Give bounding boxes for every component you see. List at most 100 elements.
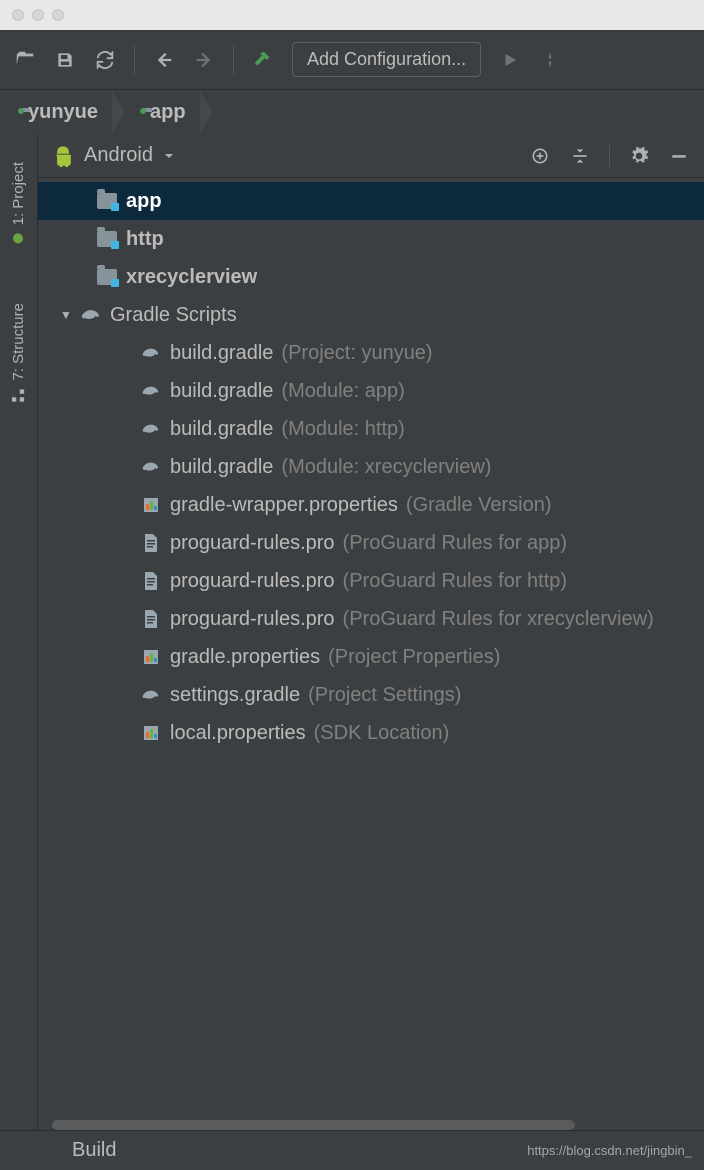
gradle-section-label: Gradle Scripts: [110, 304, 237, 327]
gradle-icon: [140, 684, 162, 706]
close-window-icon[interactable]: [12, 9, 24, 21]
breadcrumb-label: app: [150, 101, 186, 124]
file-meta: (Project Properties): [328, 646, 500, 669]
build-icon[interactable]: [252, 49, 274, 71]
minimize-window-icon[interactable]: [32, 9, 44, 21]
file-meta: (Project Settings): [308, 684, 461, 707]
forward-icon[interactable]: [193, 49, 215, 71]
breadcrumb-module[interactable]: app: [134, 86, 222, 138]
gradle-icon: [80, 304, 102, 326]
module-name: xrecyclerview: [126, 266, 257, 289]
collapse-all-icon[interactable]: [569, 145, 591, 167]
gradle-file-node[interactable]: proguard-rules.pro (ProGuard Rules for ap…: [38, 524, 704, 562]
file-icon: [140, 570, 162, 592]
gradle-file-node[interactable]: settings.gradle (Project Settings): [38, 676, 704, 714]
gradle-file-node[interactable]: proguard-rules.pro (ProGuard Rules for ht…: [38, 562, 704, 600]
titlebar: [0, 0, 704, 30]
properties-icon: [140, 722, 162, 744]
open-icon[interactable]: [14, 49, 36, 71]
build-tool-tab[interactable]: Build: [62, 1135, 126, 1166]
file-meta: (ProGuard Rules for xrecyclerview): [343, 608, 654, 631]
breadcrumb-label: yunyue: [28, 101, 98, 124]
header-separator: [609, 145, 610, 167]
gradle-scripts-node[interactable]: ▼ Gradle Scripts: [38, 296, 704, 334]
gradle-file-node[interactable]: build.gradle (Module: app): [38, 372, 704, 410]
properties-icon: [140, 494, 162, 516]
gradle-icon: [140, 342, 162, 364]
apply-changes-icon[interactable]: [539, 49, 561, 71]
chevron-down-icon: [163, 150, 175, 162]
gradle-file-node[interactable]: gradle.properties (Project Properties): [38, 638, 704, 676]
module-folder-icon: [96, 190, 118, 212]
gradle-file-node[interactable]: gradle-wrapper.properties (Gradle Version…: [38, 486, 704, 524]
file-name: gradle-wrapper.properties: [170, 494, 398, 517]
file-name: build.gradle: [170, 418, 273, 441]
file-name: settings.gradle: [170, 684, 300, 707]
module-node-app[interactable]: app: [38, 182, 704, 220]
breadcrumb-root[interactable]: yunyue: [12, 86, 134, 138]
run-configuration-selector[interactable]: Add Configuration...: [292, 42, 481, 77]
project-panel: Android app http xrecyclerview ▼ Gradle Scri…: [38, 134, 704, 1130]
save-icon[interactable]: [54, 49, 76, 71]
gradle-file-node[interactable]: build.gradle (Project: yunyue): [38, 334, 704, 372]
gradle-file-node[interactable]: build.gradle (Module: xrecyclerview): [38, 448, 704, 486]
gradle-icon: [140, 418, 162, 440]
file-name: build.gradle: [170, 342, 273, 365]
file-name: build.gradle: [170, 380, 273, 403]
maximize-window-icon[interactable]: [52, 9, 64, 21]
structure-tool-tab[interactable]: 7: Structure: [10, 293, 27, 413]
module-name: http: [126, 228, 164, 251]
back-icon[interactable]: [153, 49, 175, 71]
project-tree[interactable]: app http xrecyclerview ▼ Gradle Scripts build…: [38, 178, 704, 1114]
module-node-http[interactable]: http: [38, 220, 704, 258]
gradle-file-node[interactable]: local.properties (SDK Location): [38, 714, 704, 752]
file-name: proguard-rules.pro: [170, 532, 335, 555]
navigation-breadcrumb: yunyue app: [0, 90, 704, 134]
file-icon: [140, 532, 162, 554]
properties-icon: [140, 646, 162, 668]
hide-panel-icon[interactable]: [668, 145, 690, 167]
settings-icon[interactable]: [628, 145, 650, 167]
module-folder-icon: [96, 228, 118, 250]
project-tool-tab[interactable]: 1: Project: [10, 152, 27, 253]
horizontal-scrollbar[interactable]: [52, 1120, 690, 1130]
file-icon: [140, 608, 162, 630]
gradle-file-node[interactable]: build.gradle (Module: http): [38, 410, 704, 448]
scrollbar-thumb[interactable]: [52, 1120, 575, 1130]
side-tab-label: 7: Structure: [10, 303, 27, 381]
structure-icon: [12, 389, 26, 403]
module-node-xrecyclerview[interactable]: xrecyclerview: [38, 258, 704, 296]
file-name: gradle.properties: [170, 646, 320, 669]
watermark: https://blog.csdn.net/jingbin_: [527, 1143, 692, 1158]
file-meta: (Module: http): [281, 418, 404, 441]
gradle-file-node[interactable]: proguard-rules.pro (ProGuard Rules for xr…: [38, 600, 704, 638]
project-view-selector[interactable]: Android: [52, 144, 175, 167]
file-meta: (Project: yunyue): [281, 342, 432, 365]
file-meta: (SDK Location): [314, 722, 450, 745]
file-name: build.gradle: [170, 456, 273, 479]
file-name: local.properties: [170, 722, 306, 745]
android-icon: [52, 145, 74, 167]
run-icon[interactable]: [499, 49, 521, 71]
expand-arrow-icon[interactable]: ▼: [60, 308, 80, 322]
module-name: app: [126, 190, 162, 213]
project-panel-header: Android: [38, 134, 704, 178]
file-name: proguard-rules.pro: [170, 570, 335, 593]
tool-window-bar: 1: Project 7: Structure: [0, 134, 38, 1130]
project-view-label: Android: [84, 144, 153, 167]
select-opened-file-icon[interactable]: [529, 145, 551, 167]
file-meta: (Module: app): [281, 380, 404, 403]
module-folder-icon: [96, 266, 118, 288]
toolbar-separator: [233, 46, 234, 74]
sync-icon[interactable]: [94, 49, 116, 71]
side-tab-label: 1: Project: [10, 162, 27, 225]
file-meta: (Module: xrecyclerview): [281, 456, 491, 479]
main-toolbar: Add Configuration...: [0, 30, 704, 90]
toolbar-separator: [134, 46, 135, 74]
file-meta: (ProGuard Rules for http): [343, 570, 568, 593]
file-meta: (ProGuard Rules for app): [343, 532, 568, 555]
file-meta: (Gradle Version): [406, 494, 552, 517]
file-name: proguard-rules.pro: [170, 608, 335, 631]
gradle-icon: [140, 380, 162, 402]
gradle-icon: [140, 456, 162, 478]
